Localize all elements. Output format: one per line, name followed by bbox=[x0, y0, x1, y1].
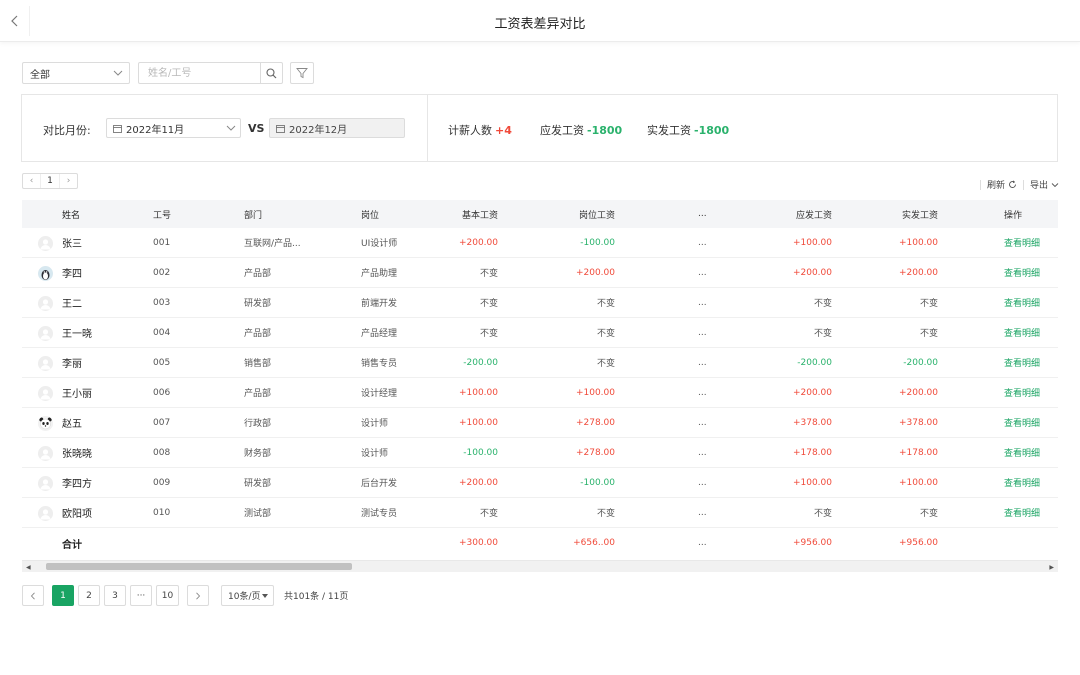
table-row: 王二 003 研发部 前端开发 不变 不变... 不变 不变 查看明细 bbox=[22, 288, 1058, 318]
export-button[interactable]: 导出 bbox=[1030, 178, 1059, 191]
caret-down-icon bbox=[262, 594, 268, 598]
real-salary-diff: 不变 bbox=[919, 509, 938, 519]
real-salary-diff: 不变 bbox=[919, 329, 938, 339]
search-input[interactable] bbox=[139, 63, 259, 83]
real-salary-diff: 不变 bbox=[919, 299, 938, 309]
calendar-icon bbox=[113, 124, 122, 133]
chevron-down-icon bbox=[113, 70, 123, 76]
stat-value: +4 bbox=[495, 124, 512, 137]
total-real: +956.00 bbox=[898, 538, 938, 548]
view-detail-link[interactable]: 查看明细 bbox=[1004, 408, 1040, 437]
real-salary-diff: +200.00 bbox=[898, 387, 938, 398]
refresh-icon bbox=[1009, 180, 1016, 188]
view-detail-link[interactable]: 查看明细 bbox=[1004, 228, 1040, 257]
real-salary-diff: +100.00 bbox=[898, 477, 938, 488]
view-detail-link[interactable]: 查看明细 bbox=[1004, 468, 1040, 497]
table-row: 张三 001 互联网/产品... UI设计师 +200.00 -100.00... +100… bbox=[22, 228, 1058, 258]
view-detail-link[interactable]: 查看明细 bbox=[1004, 498, 1040, 527]
month-a-picker[interactable]: 2022年11月 bbox=[106, 118, 241, 138]
col-real-salary: 实发工资 bbox=[901, 210, 938, 221]
divider bbox=[979, 179, 981, 190]
real-salary-diff: +100.00 bbox=[898, 237, 938, 248]
next-page-button[interactable] bbox=[187, 585, 209, 606]
view-detail-link[interactable]: 查看明细 bbox=[1004, 348, 1040, 377]
page-ellipsis-button[interactable]: ··· bbox=[130, 585, 152, 606]
table-body: 张三 001 互联网/产品... UI设计师 +200.00 -100.00... +100… bbox=[22, 228, 1058, 528]
scroll-right-arrow[interactable]: ▶ bbox=[1049, 564, 1054, 571]
top-bar: 工资表差异对比 bbox=[0, 0, 1080, 42]
real-salary-diff: +178.00 bbox=[898, 447, 938, 458]
panel-divider bbox=[427, 95, 428, 161]
real-salary-diff: +200.00 bbox=[898, 267, 938, 278]
chevron-right-icon bbox=[196, 591, 201, 600]
page-2-button[interactable]: 2 bbox=[78, 585, 100, 606]
view-detail-link[interactable]: 查看明细 bbox=[1004, 258, 1040, 287]
chevron-down-icon bbox=[1051, 182, 1059, 187]
table-header: 姓名 工号 部门 岗位 基本工资 岗位工资 ... 应发工资 实发工资 操作 bbox=[22, 200, 1058, 228]
view-detail-link[interactable]: 查看明细 bbox=[1004, 318, 1040, 347]
month-b-picker[interactable]: 2022年12月 bbox=[269, 118, 405, 138]
page-size-select[interactable]: 10条/页 bbox=[221, 585, 274, 606]
scope-select-value: 全部 bbox=[30, 69, 50, 81]
scrollbar-thumb[interactable] bbox=[46, 563, 352, 570]
table-row: 赵五 007 行政部 设计师 +100.00 +278.00... +378.00 +378.… bbox=[22, 408, 1058, 438]
table-total-row: 合计 +300.00 +656..00 ... +956.00 +956.00 bbox=[22, 528, 1058, 558]
stat-headcount: 计薪人数 +4 bbox=[448, 122, 512, 138]
view-detail-link[interactable]: 查看明细 bbox=[1004, 438, 1040, 467]
table-row: 王小丽 006 产品部 设计经理 +100.00 +100.00... +200.00 +20… bbox=[22, 378, 1058, 408]
export-label: 导出 bbox=[1029, 181, 1048, 191]
salary-diff-table: 姓名 工号 部门 岗位 基本工资 岗位工资 ... 应发工资 实发工资 操作 张… bbox=[22, 200, 1058, 558]
mini-page-number[interactable]: 1 bbox=[40, 174, 60, 188]
page-10-button[interactable]: 10 bbox=[156, 585, 179, 606]
compare-panel: 对比月份: 2022年11月 VS 2022年12月 计薪人数 +4 应发工资 -1… bbox=[21, 94, 1058, 162]
stat-real-salary: 实发工资 -1800 bbox=[647, 122, 729, 138]
stat-label: 应发工资 bbox=[540, 124, 584, 137]
pagination: 1 2 3 ··· 10 10条/页 共101条 / 11页 bbox=[22, 585, 348, 606]
funnel-icon bbox=[296, 68, 308, 79]
refresh-label: 刷新 bbox=[986, 181, 1005, 191]
scroll-left-arrow[interactable]: ◀ bbox=[26, 564, 31, 571]
table-row: 李四方 009 研发部 后台开发 +200.00 -100.00... +100.00 +10… bbox=[22, 468, 1058, 498]
horizontal-scrollbar[interactable]: ◀ ▶ bbox=[22, 560, 1058, 572]
table-row: 李四 002 产品部 产品助理 不变 +200.00... +200.00 +200.00 查看… bbox=[22, 258, 1058, 288]
table-row: 李丽 005 销售部 销售专员 -200.00 不变... -200.00 -200.00 查看… bbox=[22, 348, 1058, 378]
stat-label: 计薪人数 bbox=[448, 124, 492, 137]
prev-page-button[interactable] bbox=[22, 585, 44, 606]
mini-pager: ‹ 1 › bbox=[22, 173, 78, 189]
stat-value: -1800 bbox=[587, 124, 623, 137]
stat-label: 实发工资 bbox=[647, 124, 691, 137]
view-detail-link[interactable]: 查看明细 bbox=[1004, 288, 1040, 317]
month-a-value: 2022年11月 bbox=[126, 124, 185, 136]
compare-month-label: 对比月份: bbox=[43, 124, 91, 137]
chevron-down-icon bbox=[226, 125, 236, 131]
table-row: 张晓晓 008 财务部 设计师 -100.00 +278.00... +178.00 +178… bbox=[22, 438, 1058, 468]
filter-button[interactable] bbox=[290, 62, 314, 84]
search-button[interactable] bbox=[260, 63, 282, 83]
search-icon bbox=[266, 67, 277, 78]
real-salary-diff: +378.00 bbox=[898, 417, 938, 428]
table-tools: 刷新 导出 bbox=[974, 178, 1059, 191]
view-detail-link[interactable]: 查看明细 bbox=[1004, 378, 1040, 407]
page-summary: 共101条 / 11页 bbox=[284, 592, 349, 602]
page-1-button[interactable]: 1 bbox=[52, 585, 74, 606]
col-operation: 操作 bbox=[1004, 210, 1023, 221]
vs-label: VS bbox=[248, 122, 265, 135]
month-b-value: 2022年12月 bbox=[289, 124, 348, 136]
stat-due-salary: 应发工资 -1800 bbox=[540, 122, 622, 138]
scope-select[interactable]: 全部 bbox=[22, 62, 130, 84]
page-3-button[interactable]: 3 bbox=[104, 585, 126, 606]
stat-value: -1800 bbox=[694, 124, 730, 137]
divider bbox=[1022, 179, 1024, 190]
search-field bbox=[138, 62, 283, 84]
table-row: 欧阳项 010 测试部 测试专员 不变 不变... 不变 不变 查看明细 bbox=[22, 498, 1058, 528]
page-title: 工资表差异对比 bbox=[494, 17, 586, 32]
calendar-icon bbox=[276, 124, 285, 133]
mini-prev-button[interactable]: ‹ bbox=[23, 174, 40, 188]
mini-next-button[interactable]: › bbox=[60, 174, 77, 188]
page-size-value: 10条/页 bbox=[228, 592, 261, 602]
table-row: 王一晓 004 产品部 产品经理 不变 不变... 不变 不变 查看明细 bbox=[22, 318, 1058, 348]
real-salary-diff: -200.00 bbox=[903, 357, 938, 368]
chevron-left-icon bbox=[30, 591, 35, 600]
refresh-button[interactable]: 刷新 bbox=[987, 178, 1017, 191]
